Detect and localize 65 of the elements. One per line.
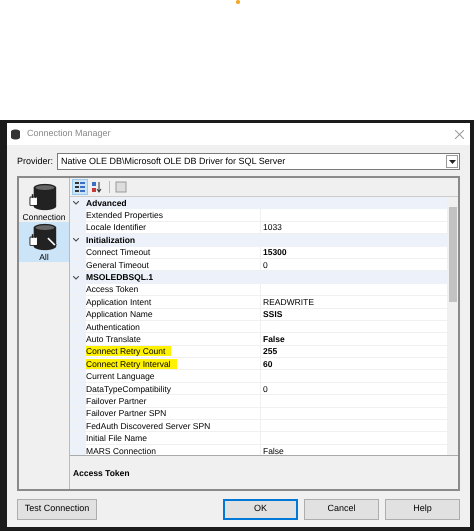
close-icon[interactable]	[453, 128, 465, 140]
property-name: DataTypeCompatibility	[86, 384, 172, 394]
property-name: Connect Retry Interval	[86, 358, 177, 369]
description-title: Access Token	[73, 468, 130, 478]
property-name: Application Intent	[86, 296, 152, 307]
category-row[interactable]: Advanced	[70, 197, 447, 210]
categorized-view-icon[interactable]	[72, 179, 88, 195]
property-value: 60	[263, 358, 272, 369]
property-row[interactable]: DataTypeCompatibility 0	[70, 382, 447, 396]
property-name: Connect Retry Count	[86, 346, 172, 356]
property-name: FedAuth Discovered Server SPN	[86, 420, 210, 431]
property-row[interactable]: Connect Timeout 15300	[70, 246, 447, 259]
property-row[interactable]: General Timeout 0	[70, 258, 447, 272]
database-icon	[10, 128, 21, 140]
property-value: 15300	[263, 247, 287, 258]
property-name: Current Language	[86, 371, 155, 382]
page-tab[interactable]: Connection	[19, 182, 69, 222]
property-name: Application Name	[86, 309, 153, 320]
property-name: Failover Partner SPN	[86, 408, 166, 418]
collapse-icon[interactable]	[70, 238, 82, 242]
dialog-button[interactable]: Cancel	[304, 498, 379, 520]
provider-label: Provider:	[17, 154, 54, 168]
dialog-button[interactable]: Test Connection	[17, 498, 97, 520]
property-row[interactable]: Application Intent READWRITE	[70, 296, 447, 309]
property-name: Auto Translate	[86, 334, 141, 344]
property-name: Extended Properties	[86, 210, 164, 220]
category-row[interactable]: MSOLEDBSQL.1	[70, 271, 447, 284]
property-row[interactable]: Connect Retry Interval 60	[70, 358, 447, 370]
dialog-button[interactable]: OK	[223, 498, 298, 520]
property-name: Connect Timeout	[86, 247, 150, 258]
window-title: Connection Manager	[27, 127, 112, 140]
property-row[interactable]: Auto Translate False	[70, 333, 447, 346]
page-tab[interactable]: All	[19, 222, 69, 262]
property-name: Authentication	[86, 322, 140, 332]
property-row[interactable]: Authentication	[70, 320, 447, 334]
property-name: Failover Partner	[86, 396, 146, 406]
property-value: 0	[263, 260, 268, 270]
collapse-icon[interactable]	[70, 276, 82, 280]
dialog-button[interactable]: Help	[385, 498, 460, 520]
property-name: Initial File Name	[86, 433, 147, 444]
provider-dropdown[interactable]: Native OLE DB\Microsoft OLE DB Driver for SQL Server	[57, 153, 460, 170]
scrollbar[interactable]	[447, 197, 458, 455]
property-row[interactable]: Failover Partner	[70, 395, 447, 408]
property-value: SSIS	[263, 309, 282, 320]
property-row[interactable]: FedAuth Discovered Server SPN	[70, 420, 447, 432]
property-value: 1033	[263, 222, 282, 232]
property-row[interactable]: Current Language	[70, 370, 447, 383]
property-row[interactable]: Locale Identifier 1033	[70, 222, 447, 234]
collapse-icon[interactable]	[70, 201, 82, 206]
property-row[interactable]: Connect Retry Count 255	[70, 346, 447, 358]
property-row[interactable]: Initial File Name	[70, 432, 447, 445]
property-value: False	[263, 334, 285, 344]
property-value: 255	[263, 346, 278, 356]
property-name: Locale Identifier	[86, 222, 146, 232]
property-row[interactable]: Extended Properties	[70, 209, 447, 222]
property-row[interactable]: Failover Partner SPN	[70, 408, 447, 420]
property-value: 0	[263, 384, 268, 394]
property-value: False	[263, 446, 284, 455]
category-row[interactable]: Initialization	[70, 234, 447, 247]
property-row[interactable]: Access Token	[70, 284, 447, 296]
property-name: General Timeout	[86, 260, 149, 270]
property-name: Access Token	[86, 284, 138, 294]
property-name: MARS Connection	[86, 446, 156, 455]
property-row[interactable]: Application Name SSIS	[70, 308, 447, 321]
property-value: READWRITE	[263, 296, 314, 307]
